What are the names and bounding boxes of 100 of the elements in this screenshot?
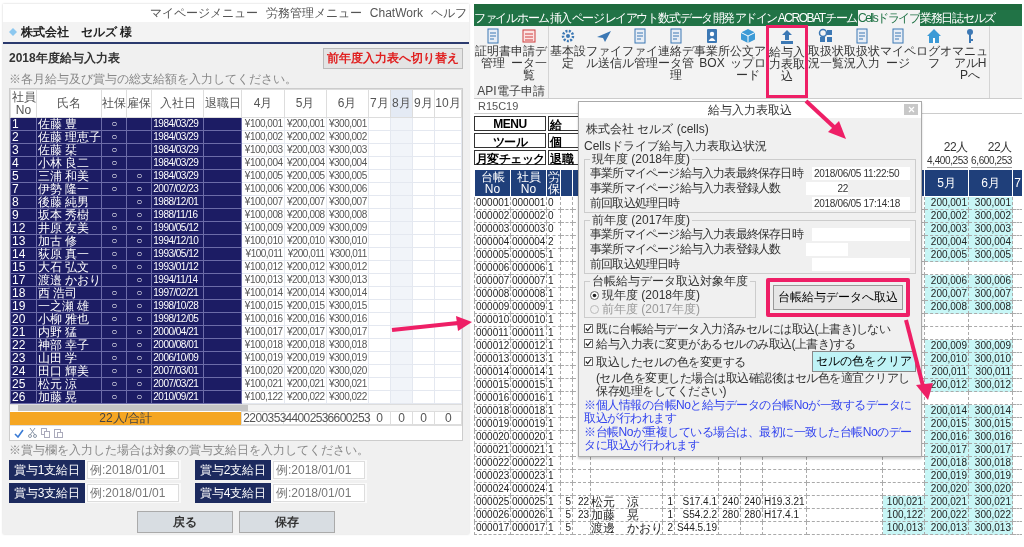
table-cell: ¥100,014 <box>241 286 285 300</box>
table-cell: 1 <box>546 443 561 457</box>
table-cell: ¥100,004 <box>241 156 285 170</box>
table-cell: 000012 <box>510 339 547 353</box>
table-cell: 000022 <box>510 456 547 470</box>
field-label: 賞与1支給日 <box>9 460 85 480</box>
table-cell: ¥300,021 <box>326 377 369 391</box>
table-cell: 0 <box>546 222 561 236</box>
group-label: API電子申請 <box>477 85 545 98</box>
table-cell: 1 <box>546 365 561 379</box>
table-cell: ¥300,020 <box>326 364 369 378</box>
table-cell: 000006 <box>510 261 547 275</box>
radio-label: 現年度 (2018年度) <box>602 287 701 302</box>
field-label: 賞与2支給日 <box>195 460 271 480</box>
table-cell: ¥100,013 <box>241 273 285 287</box>
table-cell: 23 <box>572 508 591 522</box>
table-cell: ¥300,018 <box>326 338 369 352</box>
table-cell: S44.5.19 <box>674 521 719 535</box>
table-cell: ¥300,014 <box>326 286 369 300</box>
table-cell: 280 <box>718 508 741 522</box>
table-cell: 1 <box>546 248 561 262</box>
table-cell: ¥100,011 <box>241 247 285 261</box>
table-cell: 000013 <box>474 352 511 366</box>
table-cell: ¥300,009 <box>326 221 369 235</box>
table-cell: ¥200,011 <box>284 247 327 261</box>
table-cell: H19.3.21 <box>762 495 807 509</box>
table-cell: ¥100,020 <box>241 364 285 378</box>
table-cell: 1 <box>546 495 561 509</box>
summary-count: 22人 <box>987 141 1012 154</box>
field-label: 事業所マイページ給与入力表登録人数 <box>590 241 781 258</box>
table-cell: 000015 <box>510 378 547 392</box>
table-cell: ¥200,014 <box>284 286 327 300</box>
company-name: 株式会社 セルズ (cells) <box>586 122 710 136</box>
table-cell: 2 <box>662 521 675 535</box>
table-cell: ¥100,006 <box>241 182 285 196</box>
table-cell: 000026 <box>474 508 511 522</box>
table-cell: ¥300,015 <box>326 299 369 313</box>
table-cell: 000012 <box>474 339 511 353</box>
table-cell: 000009 <box>510 300 547 314</box>
table-cell: S54.2.2 <box>674 508 719 522</box>
table-cell: 1 <box>546 430 561 444</box>
table-cell: 1 <box>546 352 561 366</box>
company-name: 株式会社 セルズ 様 <box>21 23 133 41</box>
table-cell: ¥100,017 <box>241 325 285 339</box>
table-cell: 000016 <box>510 391 547 405</box>
table-cell: ¥200,002 <box>284 130 327 144</box>
table-cell: 000019 <box>510 417 547 431</box>
table-cell: 000020 <box>510 430 547 444</box>
table-cell: 1 <box>546 482 561 496</box>
table-cell: 松元 涼 <box>590 495 663 509</box>
table-cell: ¥100,003 <box>241 143 285 157</box>
table-cell: ¥200,003 <box>284 143 327 157</box>
table-cell: ¥200,001 <box>284 117 327 131</box>
table-cell: 000011 <box>474 326 511 340</box>
value-field: 22 <box>806 182 848 195</box>
table-cell: S17.4.1 <box>674 495 719 509</box>
table-cell: 1 <box>546 391 561 405</box>
table-cell: 0 <box>546 209 561 223</box>
table-cell: ¥200,020 <box>284 364 327 378</box>
table-cell: ¥200,022 <box>284 390 327 404</box>
column-header: 台帳No <box>474 169 511 197</box>
table-cell: ¥300,019 <box>326 351 369 365</box>
table-cell: 000016 <box>474 391 511 405</box>
table-cell: ¥200,004 <box>284 156 327 170</box>
table-cell: 1 <box>662 495 675 509</box>
table-cell: 000014 <box>510 365 547 379</box>
column-header: 6月 <box>968 169 1013 197</box>
table-cell: 1 <box>546 469 561 483</box>
table-cell: ¥100,018 <box>241 338 285 352</box>
table-cell: 5 <box>560 521 573 535</box>
table-cell: ¥200,008 <box>284 208 327 222</box>
table-cell: ¥100,005 <box>241 169 285 183</box>
table-cell: 000018 <box>510 404 547 418</box>
summary-total: 4,400,253 <box>927 154 968 168</box>
table-cell: ¥300,008 <box>326 208 369 222</box>
table-cell: 000005 <box>510 248 547 262</box>
table-cell: ¥300,004 <box>326 156 369 170</box>
info-note: ※個人情報の台帳Noと給与データの台帳Noが一致するデータに取込が行われます <box>584 399 913 425</box>
total-cell: 0 <box>434 411 462 425</box>
table-cell: ¥100,010 <box>241 234 285 248</box>
table-cell: 加藤 晃 <box>590 508 663 522</box>
table-cell: ¥300,003 <box>326 143 369 157</box>
table-cell: 000007 <box>510 274 547 288</box>
table-cell: 000020 <box>474 430 511 444</box>
column-header: 7 <box>1012 169 1022 197</box>
table-cell: 200,006 <box>924 274 969 288</box>
summary-count: 22人 <box>943 141 968 154</box>
table-cell: 1 <box>546 417 561 431</box>
table-cell: 000017 <box>510 521 547 535</box>
group-label: 台帳給与データ取込対象年度 <box>591 275 749 288</box>
summary-total: 6,600,253 <box>971 154 1012 168</box>
table-cell: 000026 <box>510 508 547 522</box>
table-cell: 000025 <box>474 495 511 509</box>
checkbox-label: 取込したセルの色を変更する <box>596 354 746 369</box>
table-cell: 000019 <box>474 417 511 431</box>
instruction-note: ※賞与欄を入力した場合は対象の賞与支給日を入力してください。 <box>8 442 370 458</box>
table-cell: ¥100,008 <box>241 208 285 222</box>
table-cell: ¥200,005 <box>284 169 327 183</box>
table-cell: 000009 <box>474 300 511 314</box>
table-cell: 1 <box>546 508 561 522</box>
